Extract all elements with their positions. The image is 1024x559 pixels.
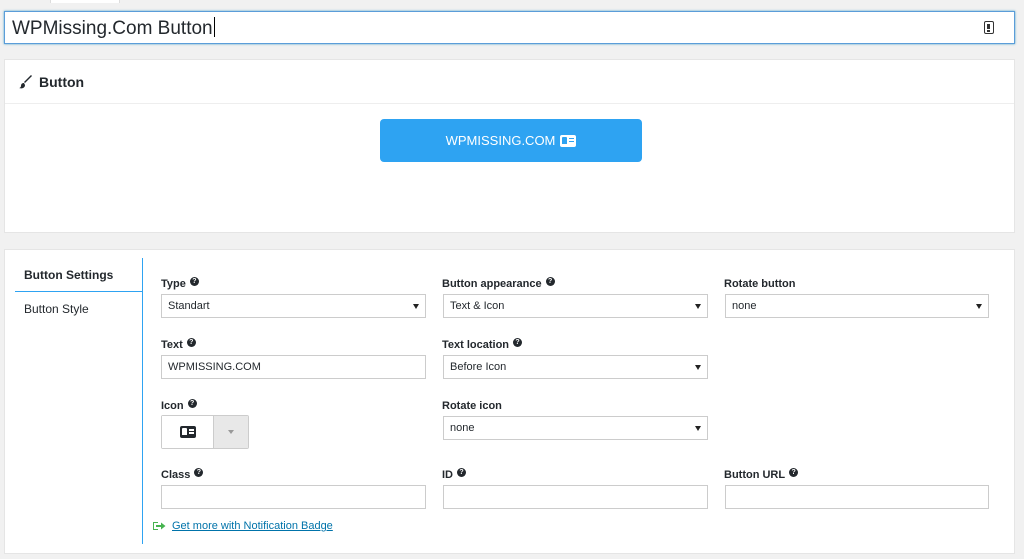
icon-picker-preview[interactable] [162, 416, 214, 448]
class-input[interactable] [161, 485, 426, 509]
rotate-button-select[interactable]: none [725, 294, 989, 318]
tab-button-style[interactable]: Button Style [15, 292, 142, 326]
chevron-down-icon [976, 304, 982, 309]
button-appearance-select[interactable]: Text & Icon [443, 294, 708, 318]
preview-header: Button [5, 60, 1014, 104]
settings-tabs: Button Settings Button Style [15, 258, 143, 544]
text-location-label: Text location? [442, 337, 523, 351]
preview-title: Button [39, 73, 85, 90]
icon-picker-dropdown[interactable] [214, 416, 248, 448]
icon-label: Icon? [161, 398, 197, 412]
button-appearance-label: Button appearance? [442, 276, 555, 290]
tab-button-settings[interactable]: Button Settings [15, 258, 142, 292]
text-input[interactable]: WPMISSING.COM [161, 355, 426, 379]
icon-picker[interactable] [161, 415, 249, 449]
id-card-icon [179, 426, 196, 438]
text-caret [213, 17, 215, 37]
chevron-down-icon [413, 304, 419, 309]
help-icon[interactable]: ? [457, 467, 466, 477]
help-icon[interactable]: ? [513, 337, 523, 347]
button-url-input[interactable] [725, 485, 989, 509]
text-location-select[interactable]: Before Icon [443, 355, 708, 379]
chevron-down-icon [228, 430, 234, 434]
toolbar-icon[interactable] [984, 21, 994, 34]
type-label: Type? [161, 276, 199, 290]
button-url-label: Button URL? [724, 467, 799, 481]
rotate-icon-select[interactable]: none [443, 416, 708, 440]
id-label: ID? [442, 467, 466, 481]
top-tab-remnant [50, 0, 120, 3]
id-input[interactable] [443, 485, 708, 509]
rotate-button-label: Rotate button [724, 278, 796, 290]
chevron-down-icon [695, 426, 701, 431]
notification-badge-link[interactable]: Get more with Notification Badge [153, 520, 333, 532]
settings-panel: Button Settings Button Style Type? Stand… [4, 249, 1015, 554]
help-icon[interactable]: ? [545, 276, 555, 286]
demo-button[interactable]: WPMISSING.COM [380, 119, 642, 162]
brush-icon [19, 74, 32, 88]
help-icon[interactable]: ? [187, 398, 197, 408]
sign-out-icon [153, 522, 166, 530]
help-icon[interactable]: ? [789, 467, 799, 477]
chevron-down-icon [695, 365, 701, 370]
title-input-text[interactable]: WPMissing.Com Button [12, 17, 215, 40]
text-label: Text? [161, 337, 196, 351]
preview-panel: Button WPMISSING.COM [4, 59, 1015, 233]
chevron-down-icon [695, 304, 701, 309]
rotate-icon-label: Rotate icon [442, 400, 502, 412]
help-icon[interactable]: ? [189, 276, 199, 286]
help-icon[interactable]: ? [194, 467, 204, 477]
title-field[interactable]: WPMissing.Com Button [4, 11, 1015, 44]
demo-button-label: WPMISSING.COM [445, 133, 556, 148]
help-icon[interactable]: ? [186, 337, 196, 347]
type-select[interactable]: Standart [161, 294, 426, 318]
id-card-icon [560, 134, 577, 147]
class-label: Class? [161, 467, 204, 481]
